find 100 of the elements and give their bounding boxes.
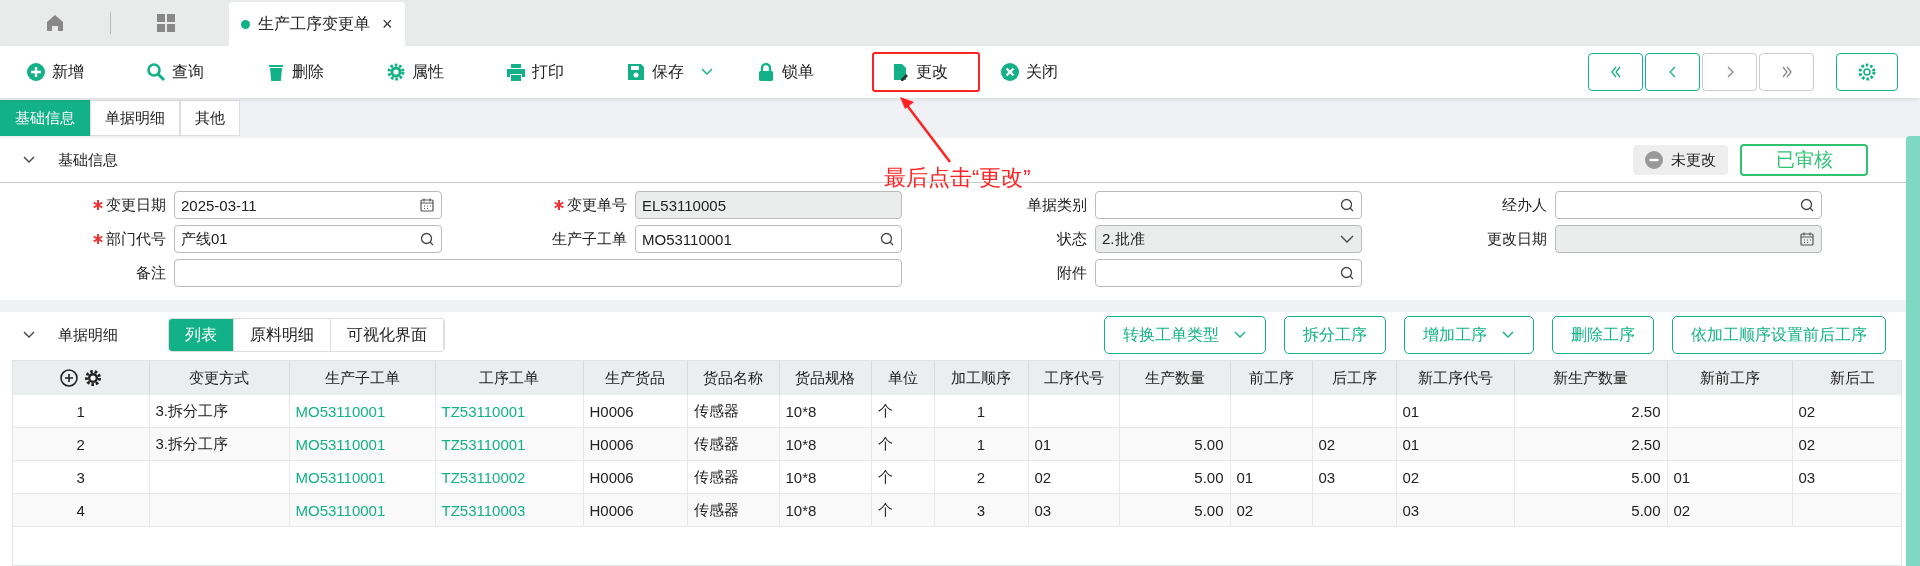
table-cell: 02 xyxy=(1396,460,1514,494)
search-icon xyxy=(419,231,435,247)
field-label: 单据类别 xyxy=(1027,195,1087,215)
calendar-icon xyxy=(419,197,435,213)
trash-icon xyxy=(266,62,286,82)
form-tab[interactable]: 单据明细 xyxy=(90,100,180,136)
scrollbar[interactable] xyxy=(1906,136,1920,566)
annotation-arrow xyxy=(900,97,951,163)
table-cell: 01 xyxy=(1396,395,1514,428)
input-field[interactable] xyxy=(1095,259,1362,287)
settings-icon[interactable] xyxy=(82,368,103,388)
field-label: 变更日期 xyxy=(106,195,166,215)
column-header: 加工顺序 xyxy=(934,361,1028,395)
toolbar-button[interactable]: 新增 xyxy=(22,52,142,92)
table-cell: 03 xyxy=(1028,493,1119,527)
column-header: 生产子工单 xyxy=(289,361,435,395)
document-tab[interactable]: 生产工序变更单 × xyxy=(229,2,405,46)
table-cell: 03 xyxy=(1312,460,1396,494)
section-title: 单据明细 xyxy=(58,325,119,345)
table-cell: 2.50 xyxy=(1514,395,1667,428)
add-row-icon[interactable] xyxy=(58,368,79,388)
input-field[interactable] xyxy=(174,259,902,287)
column-header: 新工序代号 xyxy=(1396,361,1514,395)
table-cell: H0006 xyxy=(583,460,687,494)
row-number: 3 xyxy=(13,460,149,494)
input-field[interactable]: MO53110001 xyxy=(635,225,902,253)
field-label: 部门代号 xyxy=(106,229,166,249)
home-icon[interactable] xyxy=(45,13,65,33)
table-cell: 10*8 xyxy=(779,427,871,461)
lock-icon xyxy=(756,62,776,82)
column-header: 生产货品 xyxy=(583,361,687,395)
table-cell: 3 xyxy=(934,493,1028,527)
table-cell: 10*8 xyxy=(779,460,871,494)
search-icon xyxy=(879,231,895,247)
toolbar-button[interactable]: 更改 xyxy=(872,52,980,92)
table-cell: 5.00 xyxy=(1119,460,1230,494)
grid-icon[interactable] xyxy=(156,13,176,33)
table-cell: 个 xyxy=(871,395,934,428)
column-header: 货品规格 xyxy=(779,361,871,395)
toolbar-button[interactable]: 查询 xyxy=(142,52,262,92)
floppy-icon xyxy=(626,62,646,82)
nav-button[interactable] xyxy=(1645,53,1700,91)
form-tab[interactable]: 其他 xyxy=(180,100,240,136)
annotation-text: 最后点击“更改” xyxy=(884,164,1031,192)
table-cell: 01 xyxy=(1028,427,1119,461)
field-label: 更改日期 xyxy=(1487,229,1547,249)
status-dot xyxy=(241,19,250,29)
table-cell: 传感器 xyxy=(687,395,779,428)
column-header: 工序代号 xyxy=(1028,361,1119,395)
toolbar-button[interactable]: 保存 xyxy=(622,52,752,92)
column-header: 新后工 xyxy=(1792,361,1901,395)
column-header: 后工序 xyxy=(1312,361,1396,395)
column-header: 新生产数量 xyxy=(1514,361,1667,395)
input-field[interactable] xyxy=(1095,191,1362,219)
plus-circle-icon xyxy=(26,62,46,82)
table-cell: 1 xyxy=(934,427,1028,461)
table-cell: 02 xyxy=(1312,427,1396,461)
table-cell: 1 xyxy=(934,395,1028,428)
column-header: 单位 xyxy=(871,361,934,395)
table-cell: 10*8 xyxy=(779,395,871,428)
column-header: 变更方式 xyxy=(149,361,289,395)
field-label: 生产子工单 xyxy=(552,229,627,249)
column-header: 新前工序 xyxy=(1667,361,1792,395)
table-cell: 2.50 xyxy=(1514,427,1667,461)
table-cell: 个 xyxy=(871,493,934,527)
table-cell: 5.00 xyxy=(1119,493,1230,527)
search-icon xyxy=(1799,197,1815,213)
date-field[interactable]: 2025-03-11 xyxy=(174,191,442,219)
table-cell: 个 xyxy=(871,427,934,461)
toolbar-button[interactable]: 删除 xyxy=(262,52,382,92)
table-cell: 02 xyxy=(1667,493,1792,527)
field-label: 经办人 xyxy=(1502,195,1547,215)
table-cell: 02 xyxy=(1792,427,1901,461)
search-icon xyxy=(146,62,166,82)
search-icon xyxy=(1339,265,1355,281)
table-cell: 传感器 xyxy=(687,427,779,461)
table-cell: 02 xyxy=(1230,493,1312,527)
column-header: 货品名称 xyxy=(687,361,779,395)
table-cell: 传感器 xyxy=(687,460,779,494)
table-cell: 2 xyxy=(934,460,1028,494)
toolbar-button[interactable]: 打印 xyxy=(502,52,622,92)
close-button[interactable]: × xyxy=(378,13,393,35)
toolbar-button[interactable]: 锁单 xyxy=(752,52,872,92)
settings-button[interactable] xyxy=(1836,53,1898,91)
nav-button[interactable] xyxy=(1588,53,1643,91)
printer-icon xyxy=(506,62,526,82)
column-header: 生产数量 xyxy=(1119,361,1230,395)
table-cell: 02 xyxy=(1028,460,1119,494)
toolbar-button[interactable]: 关闭 xyxy=(996,52,1116,92)
input-field[interactable] xyxy=(1555,191,1822,219)
audit-status-badge: 已审核 xyxy=(1740,144,1868,176)
settings-icon xyxy=(1857,62,1877,82)
toolbar-button[interactable]: 属性 xyxy=(382,52,502,92)
column-header: 前工序 xyxy=(1230,361,1312,395)
table-cell: 10*8 xyxy=(779,493,871,527)
row-number: 4 xyxy=(13,493,149,527)
field-label: 变更单号 xyxy=(567,195,627,215)
table-cell: 5.00 xyxy=(1514,460,1667,494)
close-circle-icon xyxy=(1000,62,1020,82)
input-field[interactable]: 产线01 xyxy=(174,225,442,253)
